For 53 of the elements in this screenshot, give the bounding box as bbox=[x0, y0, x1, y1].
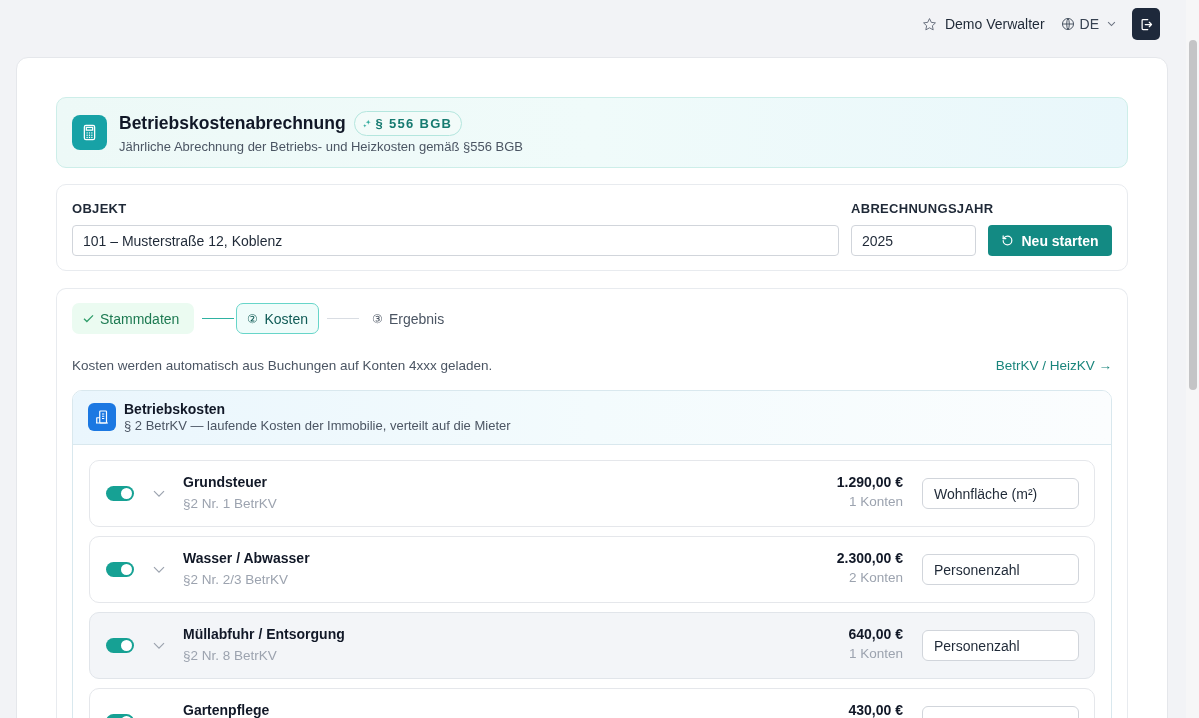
logout-button[interactable] bbox=[1132, 8, 1160, 40]
year-field[interactable]: 2025 bbox=[851, 225, 976, 256]
cost-item-name: Müllabfuhr / Entsorgung bbox=[183, 627, 346, 642]
account-count: 1 Konten bbox=[848, 494, 903, 510]
refresh-icon bbox=[1001, 234, 1015, 247]
toggle-switch[interactable] bbox=[106, 638, 134, 653]
year-label: ABRECHNUNGSJAHR bbox=[851, 201, 994, 217]
toggle-switch[interactable] bbox=[106, 562, 134, 577]
step-connector bbox=[202, 317, 235, 320]
distribution-select[interactable]: Personenzahl bbox=[922, 630, 1079, 661]
globe-icon bbox=[1060, 17, 1075, 31]
distribution-select[interactable]: Wohnfläche (m²) bbox=[922, 478, 1079, 509]
chevron-down-icon bbox=[1107, 21, 1116, 27]
cost-item-reference: §2 Nr. 2/3 BetrKV bbox=[183, 572, 290, 588]
user-name[interactable]: Demo Verwalter bbox=[944, 16, 1045, 32]
step-tab[interactable]: ③ Ergebnis bbox=[360, 303, 456, 334]
cost-amount: 640,00 € bbox=[848, 627, 903, 642]
toggle-switch[interactable] bbox=[106, 486, 134, 501]
page-title: Betriebskostenabrechnung bbox=[119, 113, 346, 134]
cost-amount: 2.300,00 € bbox=[836, 551, 903, 566]
section-subtitle: § 2 BetrKV — laufende Kosten der Immobilie, verteilt auf die Mieter bbox=[124, 418, 511, 433]
chevron-down-icon[interactable] bbox=[153, 489, 165, 498]
law-badge: § 556 BGB bbox=[353, 111, 463, 136]
page-subtitle: Jährliche Abrechnung der Betriebs- und Heizkosten gemäß §556 BGB bbox=[119, 139, 523, 154]
regulation-link[interactable]: BetrKV / HeizKV → bbox=[995, 358, 1112, 373]
chevron-down-icon[interactable] bbox=[153, 565, 165, 574]
logout-icon bbox=[1138, 16, 1154, 32]
cost-item-reference: §2 Nr. 8 BetrKV bbox=[183, 648, 278, 664]
object-field[interactable]: 101 – Musterstraße 12, Koblenz bbox=[72, 225, 839, 256]
restart-button[interactable]: Neu starten bbox=[988, 225, 1112, 256]
cost-item-name: Gartenpflege bbox=[183, 703, 271, 718]
section-title: Betriebskosten bbox=[124, 401, 227, 417]
cost-item-reference: §2 Nr. 1 BetrKV bbox=[183, 496, 278, 512]
building-icon bbox=[88, 403, 116, 431]
account-count: 1 Konten bbox=[848, 646, 903, 662]
chevron-down-icon[interactable] bbox=[153, 641, 165, 650]
language-selector[interactable]: DE bbox=[1060, 16, 1116, 32]
step-connector bbox=[326, 317, 359, 320]
star-icon[interactable] bbox=[921, 16, 937, 32]
object-label: OBJEKT bbox=[72, 201, 128, 217]
scrollbar[interactable] bbox=[1189, 40, 1197, 390]
calculator-icon bbox=[72, 115, 107, 150]
step-tab[interactable]: Stammdaten bbox=[72, 303, 195, 334]
step-tab[interactable]: ② Kosten bbox=[236, 303, 319, 334]
info-text: Kosten werden automatisch aus Buchungen auf Konten 4xxx geladen. bbox=[72, 358, 493, 373]
cost-amount: 430,00 € bbox=[848, 703, 903, 718]
cost-item-name: Grundsteuer bbox=[183, 475, 268, 490]
sparkle-icon bbox=[361, 118, 372, 129]
cost-amount: 1.290,00 € bbox=[836, 475, 903, 490]
check-icon bbox=[83, 314, 94, 323]
account-count: 2 Konten bbox=[848, 570, 903, 586]
distribution-select[interactable]: Personenzahl bbox=[922, 554, 1079, 585]
cost-item-name: Wasser / Abwasser bbox=[183, 551, 311, 566]
